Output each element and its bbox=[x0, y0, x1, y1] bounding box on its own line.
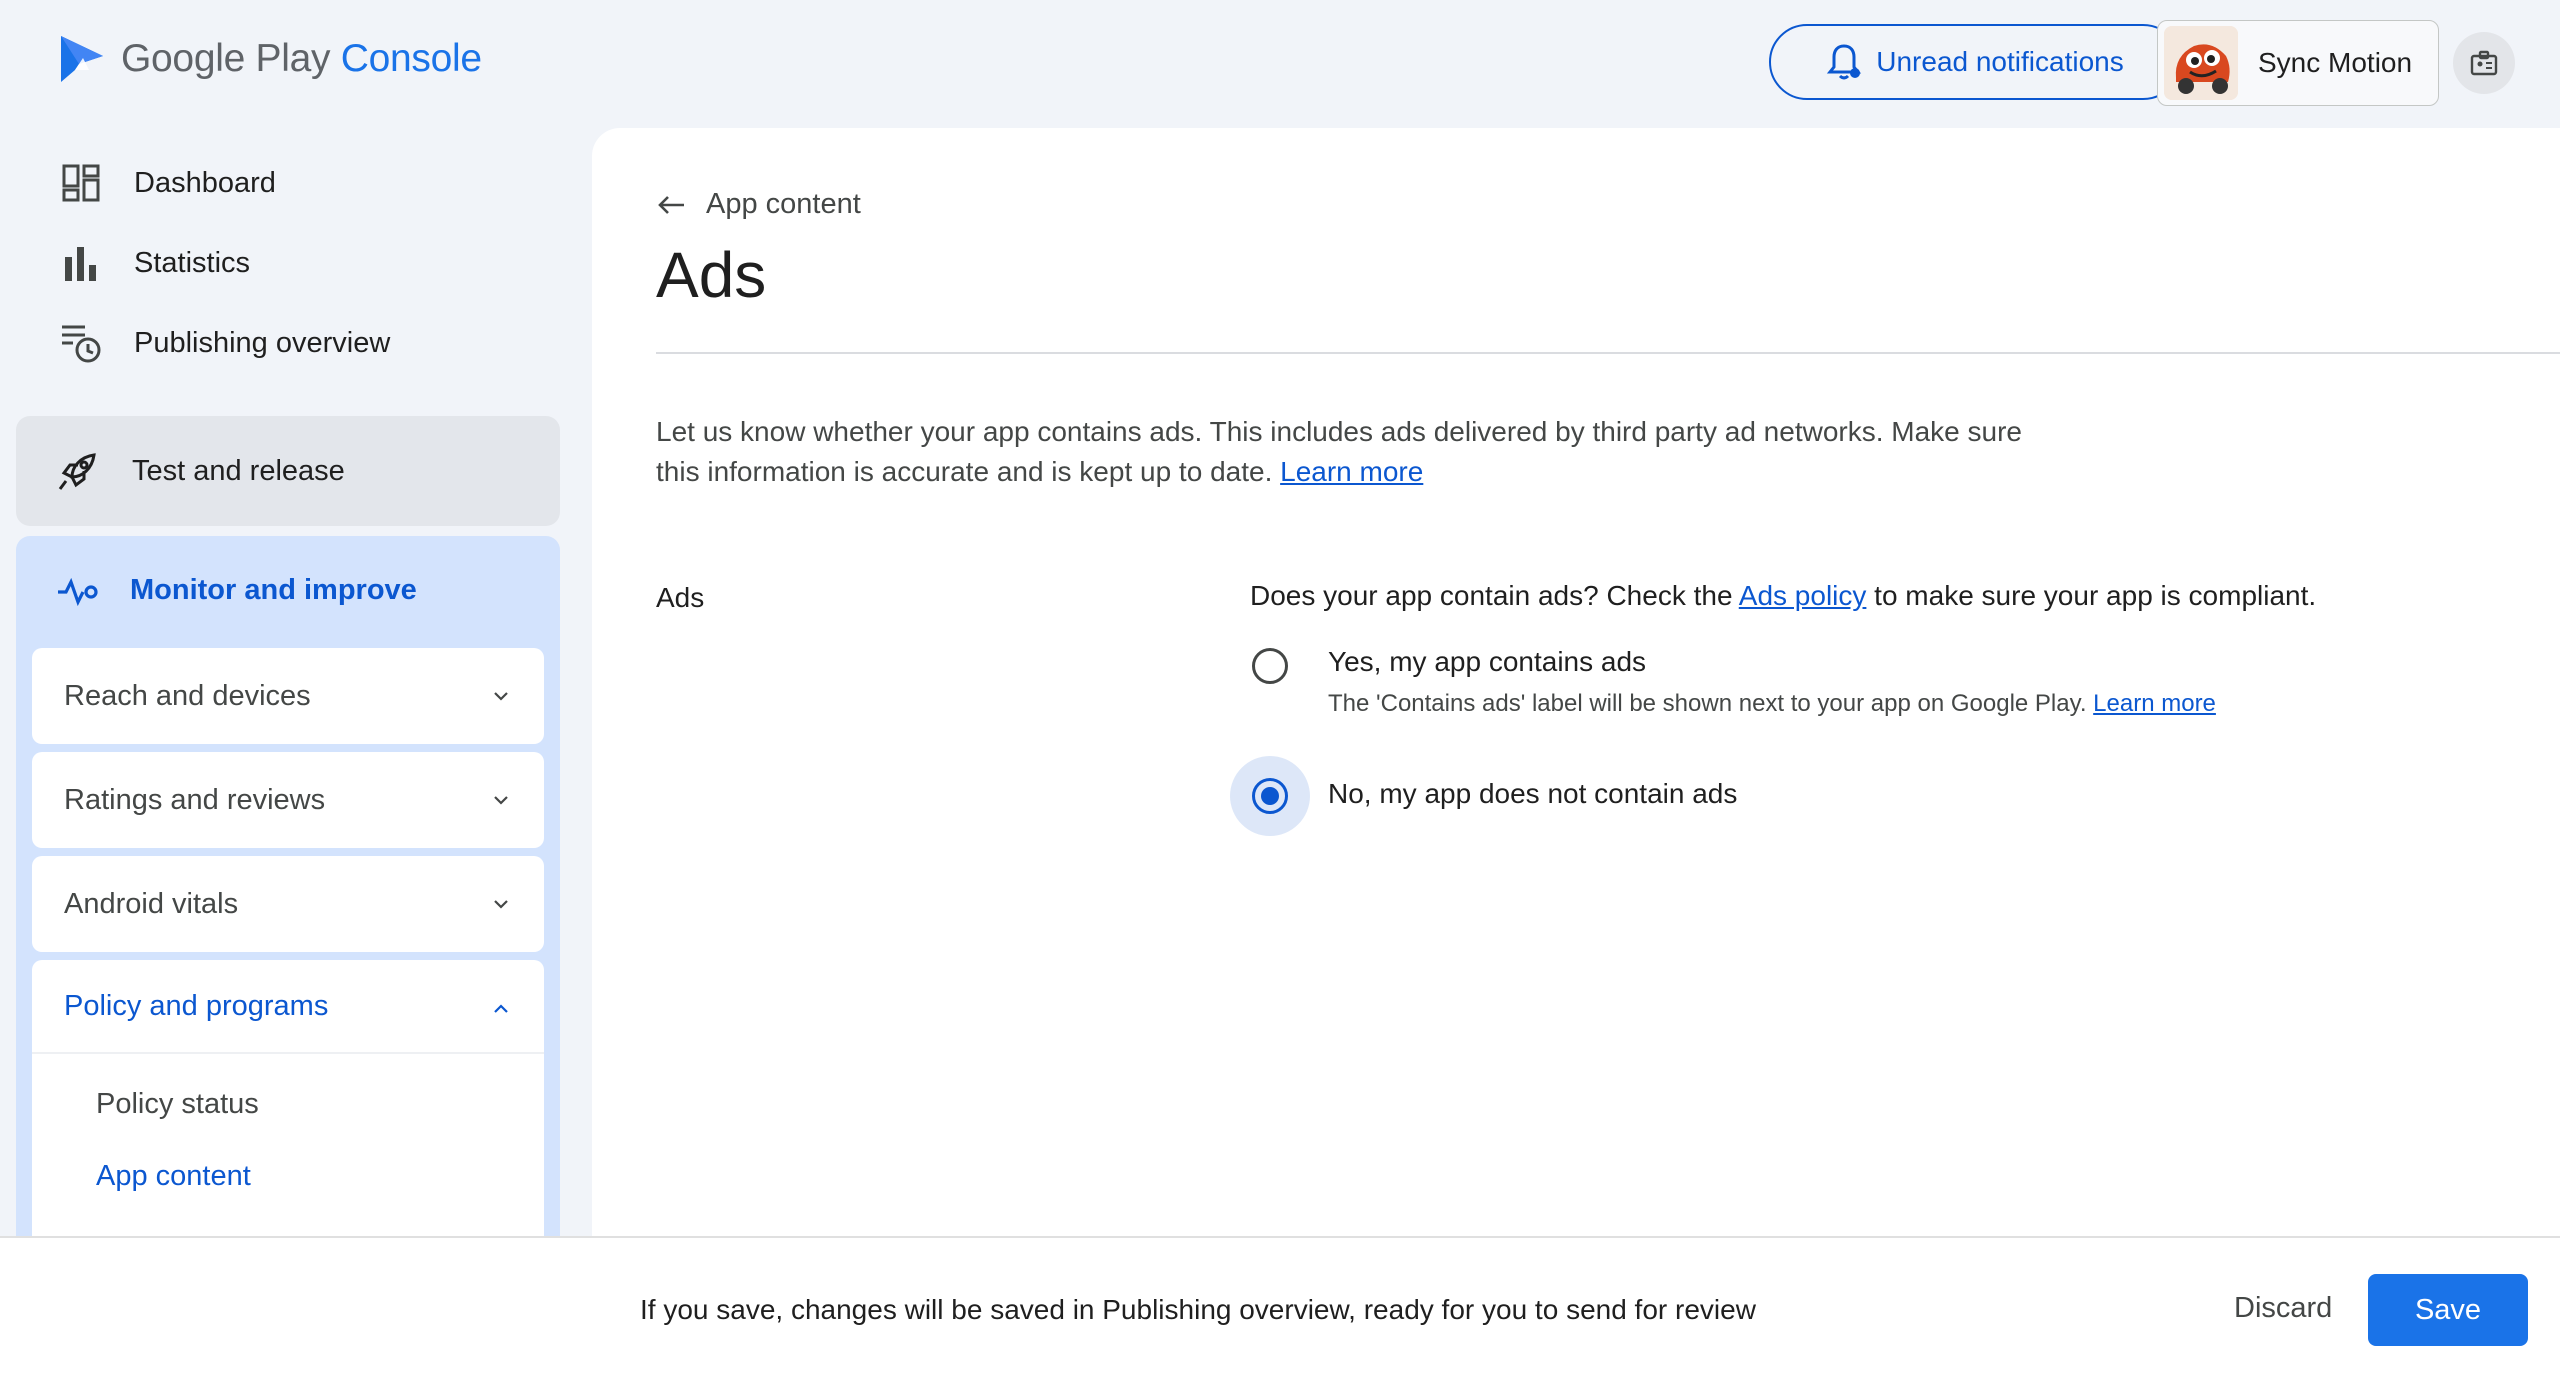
pulse-icon bbox=[58, 577, 98, 606]
sidebar-section-android-vitals[interactable]: Android vitals bbox=[32, 856, 544, 952]
play-console-logo-icon bbox=[61, 36, 103, 82]
sidebar-item-label: Test and release bbox=[132, 454, 345, 487]
radio-button-no-ads[interactable] bbox=[1230, 756, 1310, 836]
app-avatar-icon bbox=[2164, 26, 2238, 100]
radio-hint: The 'Contains ads' label will be shown n… bbox=[1328, 690, 2216, 717]
chevron-down-icon bbox=[494, 900, 508, 909]
chevron-down-icon bbox=[494, 796, 508, 805]
section-label: Policy and programs bbox=[64, 990, 329, 1022]
sidebar-item-label: Monitor and improve bbox=[130, 574, 417, 606]
ads-policy-link[interactable]: Ads policy bbox=[1739, 580, 1867, 611]
rocket-icon bbox=[58, 453, 96, 490]
save-bar-message: If you save, changes will be saved in Pu… bbox=[640, 1294, 1756, 1325]
radio-checked-icon bbox=[1252, 778, 1288, 814]
page-description: Let us know whether your app contains ad… bbox=[656, 416, 2022, 487]
chevron-up-icon bbox=[494, 1004, 508, 1013]
arrow-left-icon bbox=[658, 195, 684, 214]
sidebar-item-label: Dashboard bbox=[134, 166, 276, 199]
bell-icon bbox=[1827, 44, 1862, 80]
radio-button-contains-ads[interactable] bbox=[1230, 626, 1310, 706]
section-label: Android vitals bbox=[64, 887, 239, 920]
sidebar-item-label: Statistics bbox=[134, 246, 251, 279]
section-divider bbox=[32, 1052, 544, 1054]
save-button[interactable]: Save bbox=[2368, 1274, 2528, 1346]
dashboard-icon bbox=[58, 160, 104, 206]
title-divider bbox=[656, 352, 2560, 354]
page-title: Ads bbox=[656, 239, 767, 311]
section-label: Reach and devices bbox=[64, 679, 311, 712]
radio-label: No, my app does not contain ads bbox=[1328, 778, 1738, 809]
bar-chart-icon bbox=[58, 240, 104, 286]
save-bar: If you save, changes will be saved in Pu… bbox=[0, 1236, 2560, 1376]
account-name: Sync Motion bbox=[2258, 47, 2413, 78]
sidebar-item-app-content[interactable]: App content bbox=[96, 1160, 251, 1193]
ads-question: Does your app contain ads? Check the Ads… bbox=[1250, 580, 2317, 611]
notifications-label: Unread notifications bbox=[1876, 46, 2124, 77]
developer-account-button[interactable] bbox=[2453, 32, 2515, 94]
badge-icon bbox=[2470, 50, 2498, 76]
back-link-label: App content bbox=[706, 188, 861, 220]
radio-circle-icon bbox=[1252, 648, 1288, 684]
radio-option-contains-ads[interactable]: Yes, my app contains ads The 'Contains a… bbox=[1230, 626, 2216, 718]
sidebar-item-dashboard[interactable]: Dashboard bbox=[58, 160, 276, 206]
chevron-down-icon bbox=[494, 692, 508, 701]
sidebar-group-monitor-and-improve: Monitor and improve Reach and devices Ra… bbox=[16, 536, 560, 1360]
contains-ads-learn-more-link[interactable]: Learn more bbox=[2093, 690, 2216, 717]
ads-section-label: Ads bbox=[656, 582, 705, 613]
brand-name: Google Play Console bbox=[121, 37, 482, 80]
sidebar-item-publishing-overview[interactable]: Publishing overview bbox=[58, 320, 390, 366]
sidebar-section-reach-and-devices[interactable]: Reach and devices bbox=[32, 648, 544, 744]
radio-label: Yes, my app contains ads bbox=[1328, 646, 1647, 677]
sidebar-item-statistics[interactable]: Statistics bbox=[58, 240, 250, 286]
sidebar-item-label: Publishing overview bbox=[134, 326, 391, 359]
publishing-clock-icon bbox=[58, 320, 104, 366]
sidebar-section-ratings-and-reviews[interactable]: Ratings and reviews bbox=[32, 752, 544, 848]
learn-more-link[interactable]: Learn more bbox=[1280, 456, 1423, 487]
radio-option-no-ads[interactable]: No, my app does not contain ads bbox=[1230, 756, 1737, 836]
account-switcher[interactable]: Sync Motion bbox=[2157, 20, 2439, 106]
back-to-app-content-link[interactable]: App content bbox=[656, 188, 861, 221]
sidebar-item-monitor-and-improve[interactable]: Monitor and improve bbox=[56, 574, 417, 607]
brand-logo[interactable]: Google Play Console bbox=[57, 34, 482, 84]
discard-button[interactable]: Discard bbox=[2204, 1270, 2362, 1346]
unread-notifications-button[interactable]: Unread notifications bbox=[1769, 24, 2181, 100]
sidebar-item-policy-status[interactable]: Policy status bbox=[96, 1088, 259, 1121]
section-label: Ratings and reviews bbox=[64, 783, 326, 816]
sidebar-item-test-and-release[interactable]: Test and release bbox=[16, 416, 560, 526]
main-content: App content Ads Let us know whether your… bbox=[592, 128, 2560, 1236]
